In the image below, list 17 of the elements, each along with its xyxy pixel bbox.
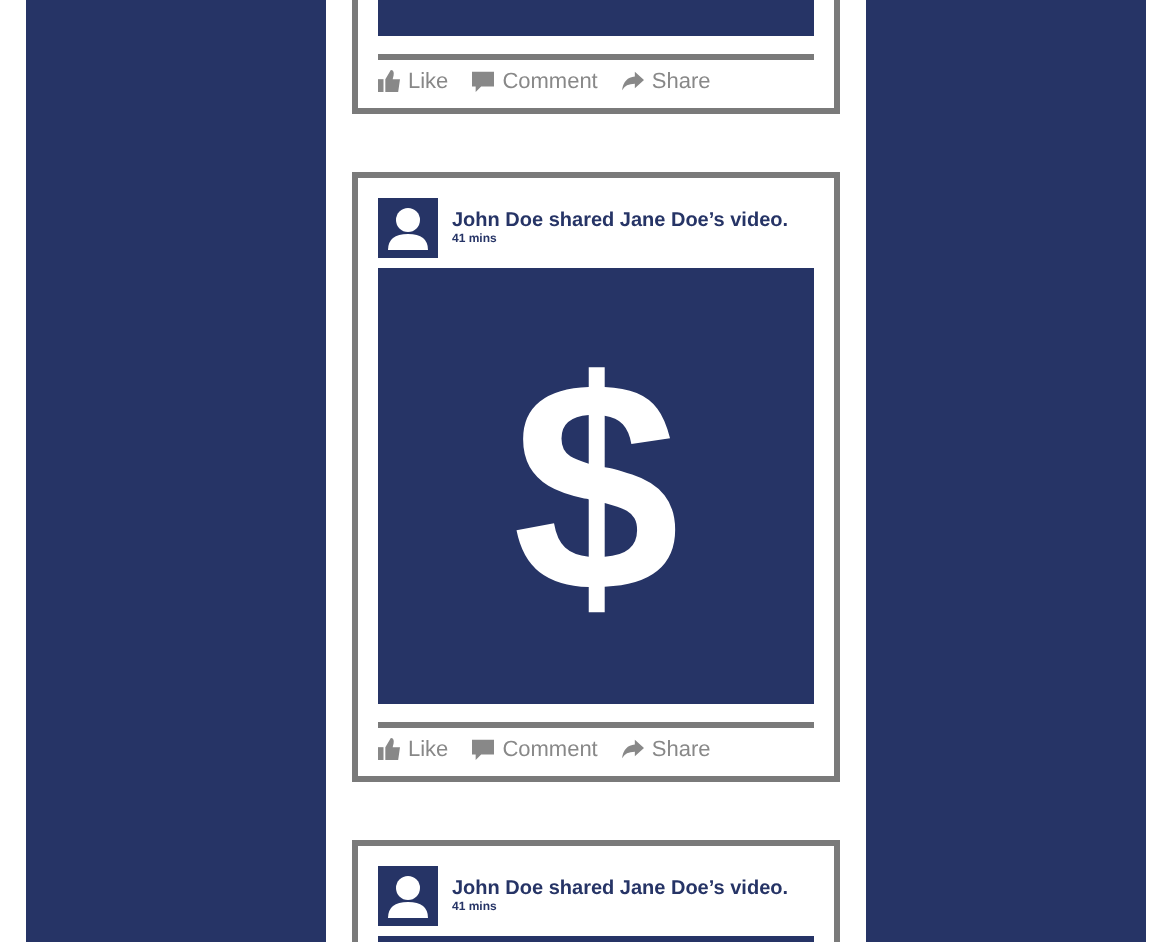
share-button[interactable]: Share — [621, 737, 711, 761]
thumbs-up-icon — [378, 738, 400, 760]
comment-button[interactable]: Comment — [472, 737, 598, 761]
post-title: John Doe shared Jane Doe’s video. — [452, 878, 789, 900]
comment-button[interactable]: Comment — [472, 69, 598, 93]
dollar-sign: $ — [512, 336, 680, 636]
post-title: John Doe shared Jane Doe’s video. — [452, 210, 789, 232]
speech-bubble-icon — [472, 738, 495, 760]
arrow-icon — [621, 738, 644, 760]
like-button[interactable]: Like — [378, 737, 449, 761]
thumbs-up-icon — [378, 70, 400, 92]
share-button[interactable]: Share — [621, 69, 711, 93]
speech-bubble-icon — [472, 70, 495, 92]
avatar-icon — [378, 198, 438, 258]
arrow-icon — [621, 70, 644, 92]
like-button[interactable]: Like — [378, 69, 449, 93]
avatar-icon — [378, 866, 438, 926]
